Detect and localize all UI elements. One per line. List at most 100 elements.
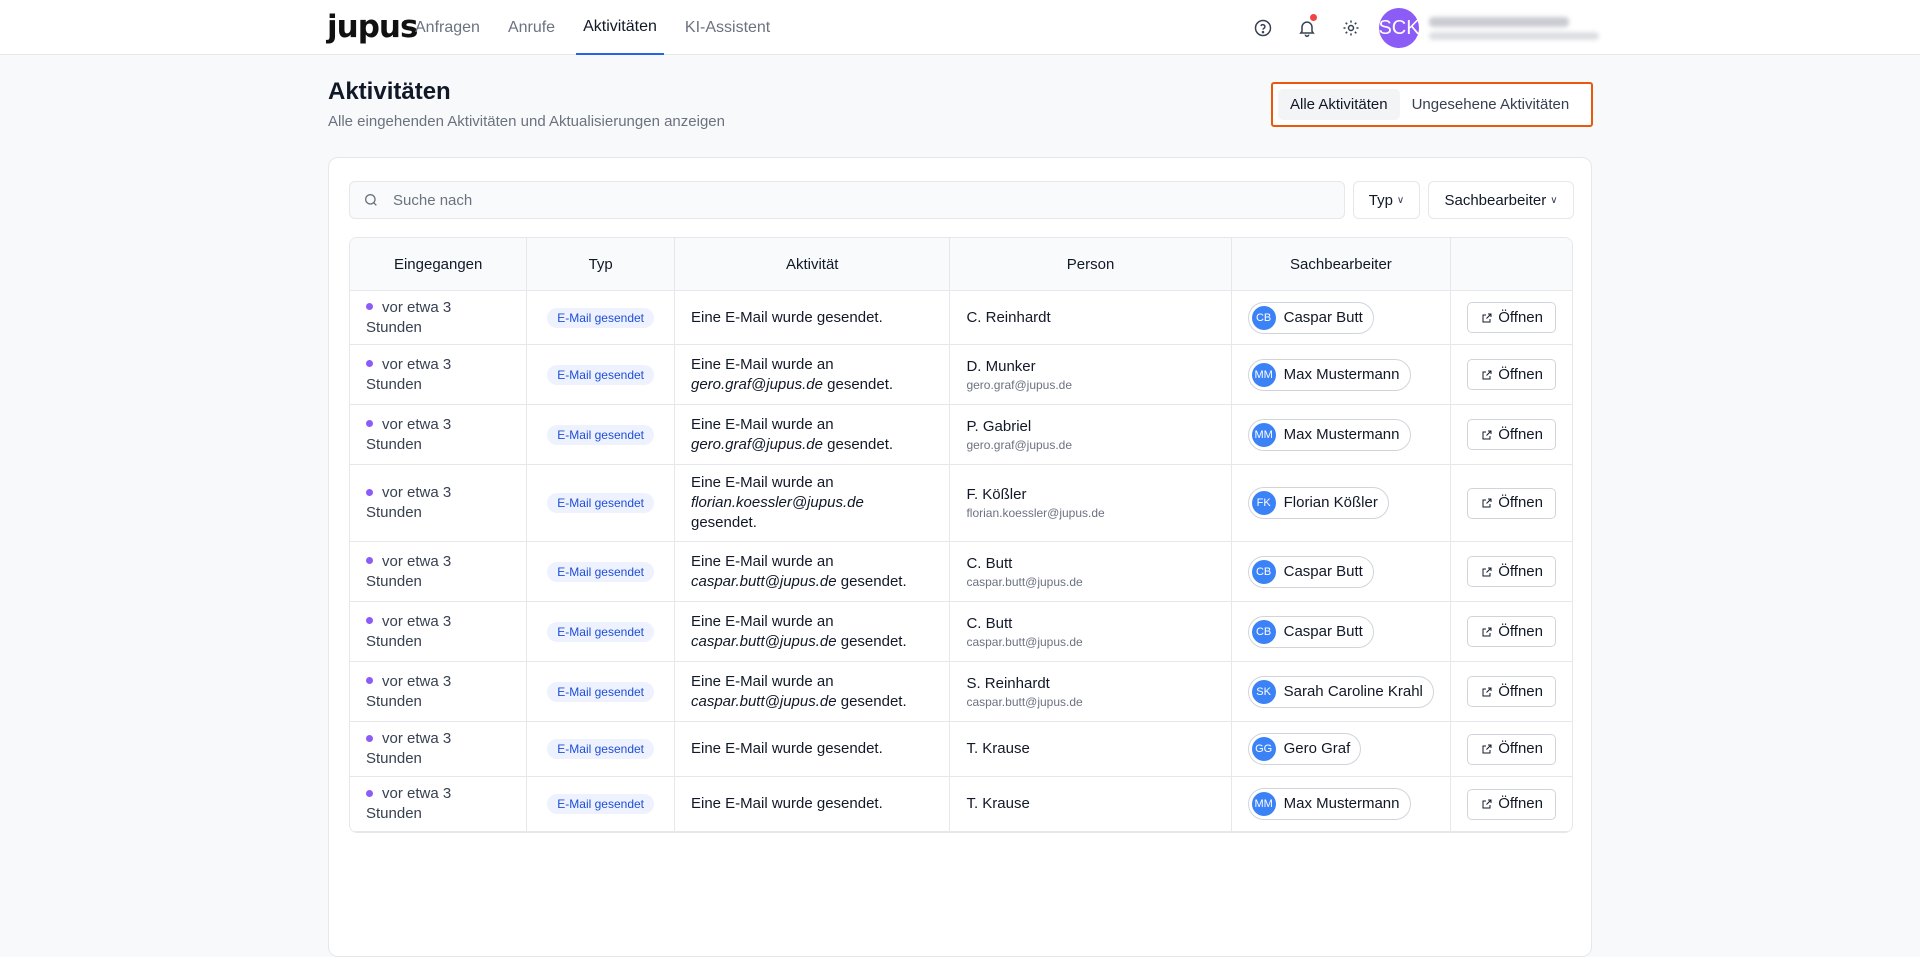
person-email: gero.graf@jupus.de bbox=[966, 437, 1073, 452]
page-title: Aktivitäten bbox=[328, 78, 451, 105]
activity-cell: Eine E-Mail wurde an florian.koessler@ju… bbox=[674, 465, 951, 542]
open-button[interactable]: Öffnen bbox=[1467, 616, 1556, 647]
table-row[interactable]: vor etwa 3 Stunden E-Mail gesendet Eine … bbox=[350, 722, 1572, 777]
received-time: vor etwa 3 Stunden bbox=[366, 552, 452, 590]
col-actions bbox=[1451, 238, 1572, 291]
settings-gear-icon[interactable] bbox=[1333, 10, 1369, 46]
received-time: vor etwa 3 Stunden bbox=[366, 355, 452, 393]
segment-all-activities[interactable]: Alle Aktivitäten bbox=[1278, 89, 1400, 120]
table-row[interactable]: vor etwa 3 Stunden E-Mail gesendet Eine … bbox=[350, 405, 1572, 465]
unread-dot bbox=[366, 734, 373, 742]
col-typ[interactable]: Typ bbox=[527, 238, 675, 291]
caseworker-chip[interactable]: CB Caspar Butt bbox=[1247, 615, 1374, 648]
table-row[interactable]: vor etwa 3 Stunden E-Mail gesendet Eine … bbox=[350, 662, 1572, 722]
caseworker-cell: CB Caspar Butt bbox=[1231, 602, 1452, 662]
user-avatar[interactable]: SCK bbox=[1378, 8, 1420, 48]
type-cell: E-Mail gesendet bbox=[527, 291, 675, 345]
nav-ki-assistent[interactable]: KI-Assistent bbox=[678, 0, 777, 55]
actions-cell: Öffnen bbox=[1451, 662, 1572, 722]
page-subtitle: Alle eingehenden Aktivitäten und Aktuali… bbox=[328, 113, 725, 130]
caseworker-chip[interactable]: MM Max Mustermann bbox=[1247, 358, 1411, 391]
user-info-redacted[interactable] bbox=[1429, 10, 1599, 46]
actions-cell: Öffnen bbox=[1451, 345, 1572, 405]
caseworker-cell: SK Sarah Caroline Krahl bbox=[1231, 662, 1452, 722]
person-cell: T. Krause bbox=[950, 722, 1232, 777]
activity-cell: Eine E-Mail wurde an gero.graf@jupus.de … bbox=[674, 405, 951, 465]
table-row[interactable]: vor etwa 3 Stunden E-Mail gesendet Eine … bbox=[350, 542, 1572, 602]
col-person[interactable]: Person bbox=[950, 238, 1232, 291]
activities-table: Eingegangen Typ Aktivität Person Sachbea… bbox=[349, 237, 1573, 833]
type-badge: E-Mail gesendet bbox=[547, 681, 655, 702]
person-name: S. Reinhardt bbox=[966, 674, 1050, 692]
table-row[interactable]: vor etwa 3 Stunden E-Mail gesendet Eine … bbox=[350, 602, 1572, 662]
actions-cell: Öffnen bbox=[1451, 602, 1572, 662]
person-name: D. Munker bbox=[966, 357, 1036, 375]
caseworker-chip[interactable]: FK Florian Kößler bbox=[1247, 487, 1389, 519]
activity-cell: Eine E-Mail wurde gesendet. bbox=[674, 777, 951, 832]
unread-dot bbox=[366, 557, 373, 565]
activity-cell: Eine E-Mail wurde an caspar.butt@jupus.d… bbox=[674, 662, 951, 722]
unread-dot bbox=[366, 303, 373, 311]
open-button[interactable]: Öffnen bbox=[1467, 733, 1556, 765]
open-button[interactable]: Öffnen bbox=[1467, 359, 1556, 390]
open-button[interactable]: Öffnen bbox=[1467, 302, 1556, 333]
table-row[interactable]: vor etwa 3 Stunden E-Mail gesendet Eine … bbox=[350, 777, 1572, 832]
segment-unseen-activities[interactable]: Ungesehene Aktivitäten bbox=[1400, 89, 1582, 120]
caseworker-chip[interactable]: CB Caspar Butt bbox=[1247, 555, 1374, 588]
open-label: Öffnen bbox=[1498, 740, 1543, 757]
type-cell: E-Mail gesendet bbox=[527, 777, 675, 832]
col-aktivitaet[interactable]: Aktivität bbox=[674, 238, 951, 291]
search-box bbox=[349, 181, 1345, 219]
open-button[interactable]: Öffnen bbox=[1467, 487, 1556, 519]
chevron-down-icon: ∨ bbox=[1396, 194, 1405, 206]
table-header-row: Eingegangen Typ Aktivität Person Sachbea… bbox=[350, 238, 1572, 291]
caseworker-chip[interactable]: CB Caspar Butt bbox=[1247, 301, 1374, 334]
received-cell: vor etwa 3 Stunden bbox=[350, 465, 528, 542]
nav-aktivitaeten[interactable]: Aktivitäten bbox=[576, 0, 664, 55]
caseworker-chip[interactable]: MM Max Mustermann bbox=[1247, 418, 1411, 451]
col-sachbearbeiter[interactable]: Sachbearbeiter bbox=[1231, 238, 1452, 291]
chevron-down-icon: ∨ bbox=[1550, 194, 1558, 206]
table-row[interactable]: vor etwa 3 Stunden E-Mail gesendet Eine … bbox=[350, 291, 1572, 345]
caseworker-cell: MM Max Mustermann bbox=[1231, 405, 1452, 465]
caseworker-name: Max Mustermann bbox=[1283, 365, 1400, 383]
caseworker-chip[interactable]: SK Sarah Caroline Krahl bbox=[1247, 675, 1434, 708]
nav-anfragen[interactable]: Anfragen bbox=[408, 0, 487, 55]
caseworker-chip[interactable]: MM Max Mustermann bbox=[1247, 788, 1411, 820]
col-eingegangen[interactable]: Eingegangen bbox=[350, 238, 528, 291]
open-button[interactable]: Öffnen bbox=[1467, 556, 1556, 587]
external-link-icon bbox=[1482, 627, 1492, 636]
type-badge: E-Mail gesendet bbox=[547, 424, 655, 445]
open-button[interactable]: Öffnen bbox=[1467, 676, 1556, 707]
received-time: vor etwa 3 Stunden bbox=[366, 730, 452, 767]
caseworker-filter-dropdown[interactable]: Sachbearbeiter ∨ bbox=[1428, 181, 1574, 219]
type-filter-label: Typ bbox=[1368, 191, 1393, 209]
open-button[interactable]: Öffnen bbox=[1467, 788, 1556, 820]
unread-dot bbox=[366, 789, 373, 797]
actions-cell: Öffnen bbox=[1451, 542, 1572, 602]
person-email: florian.koessler@jupus.de bbox=[966, 506, 1105, 520]
activity-text: Eine E-Mail wurde an bbox=[690, 474, 834, 491]
caseworker-chip[interactable]: GG Gero Graf bbox=[1247, 733, 1362, 765]
actions-cell: Öffnen bbox=[1451, 777, 1572, 832]
help-icon[interactable] bbox=[1245, 10, 1281, 46]
person-cell: C. Butt caspar.butt@jupus.de bbox=[950, 602, 1232, 662]
open-label: Öffnen bbox=[1498, 365, 1543, 383]
notification-bell-icon[interactable] bbox=[1289, 10, 1325, 46]
type-badge: E-Mail gesendet bbox=[547, 739, 655, 759]
unread-dot bbox=[366, 488, 373, 496]
table-row[interactable]: vor etwa 3 Stunden E-Mail gesendet Eine … bbox=[350, 345, 1572, 405]
person-cell: C. Reinhardt bbox=[950, 291, 1232, 345]
app-logo[interactable]: jupus bbox=[327, 9, 418, 45]
caseworker-filter-label: Sachbearbeiter bbox=[1444, 191, 1547, 209]
type-filter-dropdown[interactable]: Typ ∨ bbox=[1353, 181, 1420, 219]
search-input[interactable] bbox=[393, 191, 1293, 209]
received-cell: vor etwa 3 Stunden bbox=[350, 542, 528, 602]
table-row[interactable]: vor etwa 3 Stunden E-Mail gesendet Eine … bbox=[350, 465, 1572, 542]
external-link-icon bbox=[1482, 567, 1492, 576]
caseworker-avatar: MM bbox=[1251, 362, 1276, 387]
type-cell: E-Mail gesendet bbox=[527, 722, 675, 777]
open-button[interactable]: Öffnen bbox=[1467, 419, 1556, 450]
nav-anrufe[interactable]: Anrufe bbox=[501, 0, 562, 55]
received-cell: vor etwa 3 Stunden bbox=[350, 722, 528, 777]
